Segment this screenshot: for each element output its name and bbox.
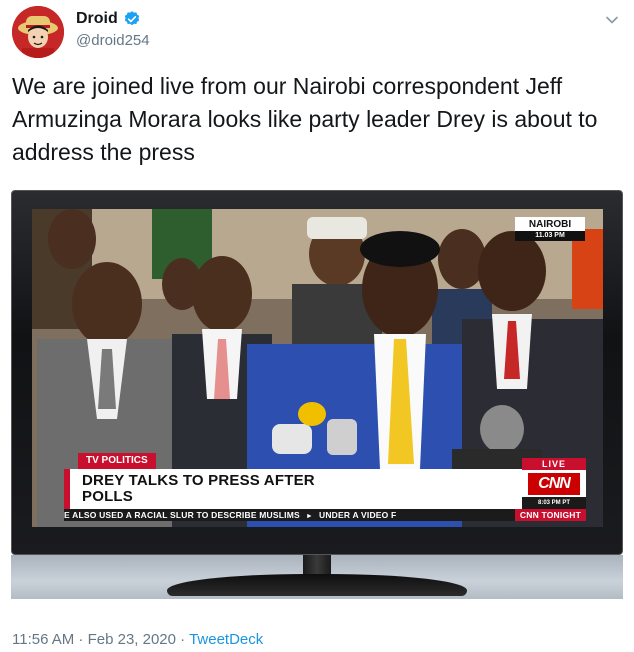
ticker-brand: CNN TONIGHT (514, 509, 586, 521)
author-row: Droid (76, 10, 141, 28)
ticker-item-2: UNDER A VIDEO F (318, 510, 397, 520)
tweet-source-link[interactable]: TweetDeck (189, 631, 263, 648)
avatar[interactable] (12, 6, 64, 58)
display-name[interactable]: Droid (76, 10, 118, 28)
tweet-card: Droid @droid254 We are joined live from … (0, 0, 634, 652)
tv-bezel: NAIROBI 11.03 PM TV POLITICS DREY TALKS … (11, 190, 623, 555)
live-label: LIVE (522, 458, 586, 470)
live-time: 8:03 PM PT (522, 497, 586, 509)
lower-third-headline: DREY TALKS TO PRESS AFTER POLLS (64, 469, 522, 509)
avatar-image (12, 6, 64, 58)
ticker-separator-icon: ► (305, 513, 313, 520)
chevron-down-icon[interactable] (604, 12, 620, 28)
verified-badge-icon (124, 11, 139, 26)
tweet-timestamp[interactable]: 11:56 AM · Feb 23, 2020 · (12, 631, 189, 648)
segment-tag: TV POLITICS (78, 453, 156, 469)
handle[interactable]: @droid254 (76, 32, 150, 49)
tweet-media-image[interactable]: NAIROBI 11.03 PM TV POLITICS DREY TALKS … (11, 190, 623, 608)
tweet-text: We are joined live from our Nairobi corr… (12, 73, 598, 165)
headline-accent-stripe (64, 469, 70, 509)
news-ticker: E ALSO USED A RACIAL SLUR TO DESCRIBE MU… (64, 509, 586, 521)
tv-screen: NAIROBI 11.03 PM TV POLITICS DREY TALKS … (32, 209, 603, 527)
network-logo: CNN (528, 473, 580, 495)
location-time: 11.03 PM (515, 231, 585, 241)
ticker-item-1: E ALSO USED A RACIAL SLUR TO DESCRIBE MU… (64, 510, 300, 520)
tweet-meta: 11:56 AM · Feb 23, 2020 · TweetDeck (12, 631, 263, 648)
headline-line-2: POLLS (82, 488, 134, 505)
live-bug: LIVE CNN 8:03 PM PT (522, 458, 586, 509)
location-name: NAIROBI (528, 219, 572, 230)
headline-line-1: DREY TALKS TO PRESS AFTER (82, 472, 315, 489)
location-bug: NAIROBI 11.03 PM (515, 217, 585, 241)
